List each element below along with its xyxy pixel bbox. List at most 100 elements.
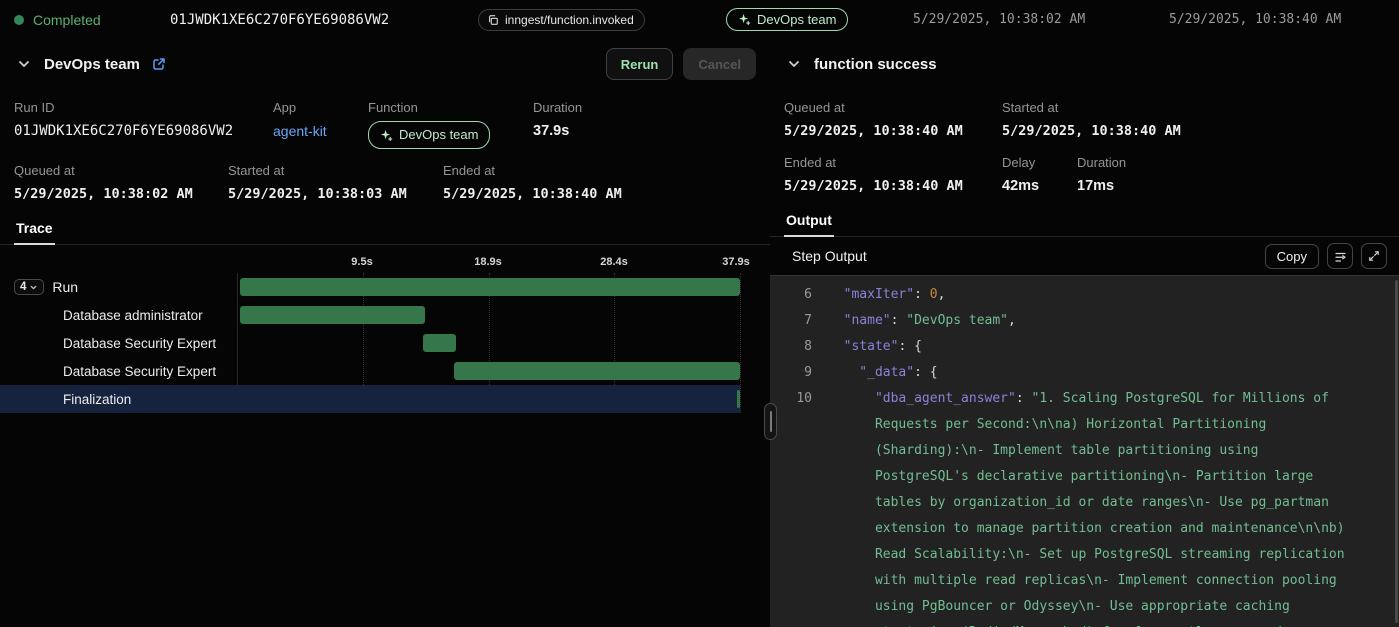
- trace-row-title: Database Security Expert: [63, 364, 216, 379]
- trace-row-title: Database administrator: [63, 308, 203, 323]
- run-tabbar: Trace: [0, 214, 770, 245]
- code-token: "maxIter": [844, 287, 914, 302]
- run-id-field: Run ID 01JWDK1XE6C270F6YE69086VW2: [14, 100, 273, 149]
- trace-row-title: Database Security Expert: [63, 336, 216, 351]
- queued-label: Queued at: [14, 163, 228, 179]
- tick-label: 28.4s: [600, 256, 628, 268]
- code-token: :: [1016, 391, 1032, 406]
- queued-field: Queued at 5/29/2025, 10:38:02 AM: [14, 163, 228, 204]
- started-value: 5/29/2025, 10:38:03 AM: [228, 184, 443, 204]
- step-delay-value: 42ms: [1002, 176, 1077, 196]
- line-number: 8: [770, 334, 812, 360]
- trace-waterfall: 9.5s 18.9s 28.4s 37.9s 4RunDatabase admi…: [0, 245, 770, 413]
- code-content: "maxIter": 0,: [828, 282, 1399, 308]
- topbar-function-badge-wrap: DevOps team: [726, 8, 848, 31]
- code-token: "1. Scaling PostgreSQL for Millions of R…: [875, 391, 1352, 627]
- ended-field: Ended at 5/29/2025, 10:38:40 AM: [443, 163, 622, 204]
- duration-label: Duration: [533, 100, 582, 116]
- function-badge[interactable]: DevOps team: [726, 8, 848, 31]
- run-panel-header: DevOps team Rerun Cancel: [0, 40, 770, 86]
- trace-span-bar[interactable]: [737, 390, 740, 408]
- run-panel: DevOps team Rerun Cancel Run ID 01JWDK1X…: [0, 40, 770, 627]
- step-output-actions: Copy: [1265, 243, 1387, 269]
- tick-label: 9.5s: [351, 256, 372, 268]
- trace-row-label: Database administrator: [0, 308, 237, 323]
- step-queued-label: Queued at: [784, 100, 1002, 116]
- trace-span-bar[interactable]: [454, 362, 740, 380]
- tab-trace[interactable]: Trace: [14, 214, 55, 245]
- tab-output[interactable]: Output: [784, 206, 834, 237]
- started-label: Started at: [228, 163, 443, 179]
- topbar-started-time: 5/29/2025, 10:38:40 AM: [1169, 0, 1341, 40]
- trace-row[interactable]: Database Security Expert: [0, 357, 740, 385]
- gridline: [740, 273, 741, 413]
- trace-row[interactable]: 4 Run: [0, 273, 740, 301]
- function-field: Function DevOps team: [368, 100, 533, 149]
- vertical-scrollbar[interactable]: [1395, 280, 1398, 623]
- trace-span-bar[interactable]: [240, 306, 425, 324]
- step-started-value: 5/29/2025, 10:38:40 AM: [1002, 121, 1181, 141]
- code-content: "name": "DevOps team",: [828, 308, 1399, 334]
- code-token: "dba_agent_answer": [875, 391, 1016, 406]
- run-id-value: 01JWDK1XE6C270F6YE69086VW2: [14, 121, 273, 141]
- code-token: 0: [930, 287, 938, 302]
- collapse-step-chevron-icon[interactable]: [784, 54, 804, 74]
- code-token: "name": [844, 313, 891, 328]
- rerun-button[interactable]: Rerun: [606, 48, 674, 80]
- run-id-label: Run ID: [14, 100, 273, 116]
- copy-output-button[interactable]: Copy: [1265, 244, 1319, 269]
- step-ended-field: Ended at 5/29/2025, 10:38:40 AM: [784, 155, 1002, 196]
- trace-span-bar[interactable]: [240, 278, 740, 296]
- ended-value: 5/29/2025, 10:38:40 AM: [443, 184, 622, 204]
- status-dot-icon: [14, 15, 24, 25]
- copy-icon: [487, 14, 499, 26]
- trace-row-title: Run: [52, 279, 78, 295]
- expand-icon[interactable]: [1361, 243, 1387, 269]
- expand-count-value: 4: [20, 281, 26, 293]
- trace-row[interactable]: Database administrator: [0, 301, 740, 329]
- trace-span-bar[interactable]: [423, 334, 456, 352]
- run-status: Completed: [14, 0, 101, 40]
- expand-count-button[interactable]: 4: [14, 279, 44, 295]
- panel-resize-handle[interactable]: [764, 403, 777, 440]
- code-token: ,: [1008, 313, 1016, 328]
- collapse-run-chevron-icon[interactable]: [14, 54, 34, 74]
- step-duration-value: 17ms: [1077, 176, 1126, 196]
- trace-row-title: Finalization: [63, 392, 131, 407]
- trace-row-timeline: [237, 273, 740, 301]
- app-link[interactable]: agent-kit: [273, 123, 327, 139]
- step-delay-field: Delay 42ms: [1002, 155, 1077, 196]
- tick-label: 37.9s: [722, 256, 750, 268]
- event-badge[interactable]: inngest/function.invoked: [478, 9, 645, 31]
- run-title: DevOps team: [44, 56, 140, 73]
- line-number: 7: [770, 308, 812, 334]
- step-panel: function success Queued at 5/29/2025, 10…: [770, 40, 1399, 627]
- external-link-icon[interactable]: [150, 55, 168, 73]
- cancel-button[interactable]: Cancel: [683, 48, 756, 80]
- word-wrap-icon[interactable]: [1327, 243, 1353, 269]
- step-started-label: Started at: [1002, 100, 1181, 116]
- step-ended-value: 5/29/2025, 10:38:40 AM: [784, 176, 1002, 196]
- code-token: "DevOps team": [906, 313, 1008, 328]
- sparkle-icon: [380, 129, 393, 142]
- main-split: DevOps team Rerun Cancel Run ID 01JWDK1X…: [0, 40, 1399, 627]
- step-tabbar: Output: [770, 206, 1399, 237]
- function-value-label: DevOps team: [399, 125, 478, 145]
- trace-row[interactable]: Database Security Expert: [0, 329, 740, 357]
- step-queued-field: Queued at 5/29/2025, 10:38:40 AM: [784, 100, 1002, 141]
- step-panel-header: function success: [770, 40, 1399, 86]
- run-details-row-2: Queued at 5/29/2025, 10:38:02 AM Started…: [0, 163, 770, 204]
- topbar-run-id: 01JWDK1XE6C270F6YE69086VW2: [170, 0, 389, 40]
- topbar-queued-time: 5/29/2025, 10:38:02 AM: [913, 0, 1085, 40]
- code-content: "dba_agent_answer": "1. Scaling PostgreS…: [828, 386, 1399, 627]
- function-value-badge[interactable]: DevOps team: [368, 121, 490, 149]
- step-duration-label: Duration: [1077, 155, 1126, 171]
- step-delay-label: Delay: [1002, 155, 1077, 171]
- trace-row-timeline: [237, 357, 740, 385]
- sparkle-icon: [738, 13, 751, 26]
- trace-row[interactable]: Finalization: [0, 385, 740, 413]
- code-content: "state": {: [828, 334, 1399, 360]
- step-output-code[interactable]: 6"maxIter": 0,7"name": "DevOps team",8"s…: [770, 276, 1399, 627]
- trace-rows: 4 Run Database administrator Database Secur…: [0, 273, 740, 413]
- step-ended-label: Ended at: [784, 155, 1002, 171]
